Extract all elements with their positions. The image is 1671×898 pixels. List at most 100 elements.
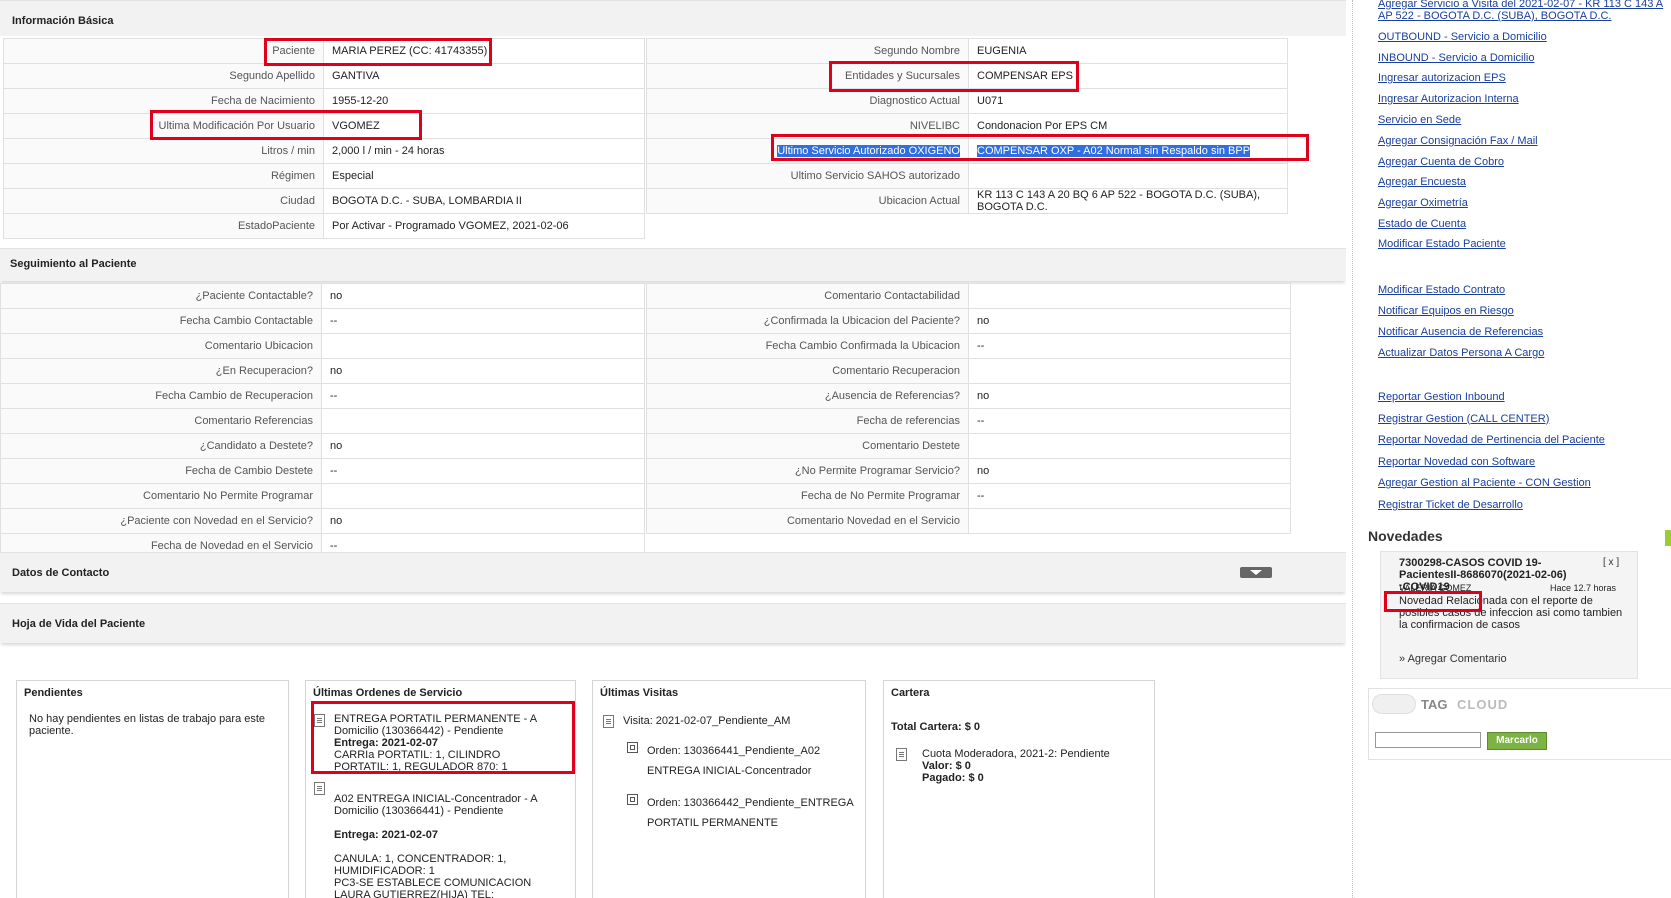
field-label: EstadoPaciente [3, 213, 324, 239]
table-row: Régimen Especial Ultimo Servicio SAHOS aut… [3, 163, 1288, 189]
sidebar-link[interactable]: Registrar Gestion (CALL CENTER) [1378, 413, 1549, 425]
tag-input[interactable] [1375, 732, 1481, 748]
table-row: Ciudad BOGOTA D.C. - SUBA, LOMBARDIA II Ub… [3, 188, 1288, 214]
sidebar-link[interactable]: Notificar Equipos en Riesgo [1378, 305, 1514, 317]
field-value: no [968, 308, 1291, 334]
field-label: Fecha de No Permite Programar [646, 483, 969, 509]
sidebar-link[interactable]: Ingresar autorizacion EPS [1378, 72, 1506, 84]
field-label: Comentario No Permite Programar [0, 483, 322, 509]
field-value: no [321, 433, 645, 459]
visita-item[interactable]: Visita: 2021-02-07_Pendiente_AM [623, 715, 790, 727]
table-row: Comentario Referencias Fecha de referenci… [0, 408, 1291, 434]
main-panel: Información Básica Paciente MARIA PEREZ (… [0, 0, 1346, 898]
table-row: Fecha de Cambio Destete -- ¿No Permite Pro… [0, 458, 1291, 484]
marcarlo-button[interactable]: Marcarlo [1487, 732, 1547, 750]
panel-divider [1352, 0, 1353, 898]
sidebar-link[interactable]: Reportar Gestion Inbound [1378, 391, 1505, 403]
cartera-pagado: Pagado: $ 0 [922, 772, 984, 784]
field-value: no [321, 283, 645, 309]
section-header-seguimiento: Seguimiento al Paciente [0, 248, 1346, 281]
sidebar-link[interactable]: Modificar Estado Paciente [1378, 238, 1506, 250]
field-value: -- [968, 483, 1291, 509]
visita-orden[interactable]: Orden: 130366442_Pendiente_ENTREGA PORTA… [647, 793, 857, 833]
table-row: ¿En Recuperacion? no Comentario Recuperaci… [0, 358, 1291, 384]
sidebar-link[interactable]: Reportar Novedad con Software [1378, 456, 1535, 468]
order-item[interactable]: ENTREGA PORTATIL PERMANENTE - A Domicili… [334, 713, 556, 773]
chevron-down-icon [1250, 570, 1262, 575]
table-row: Fecha Cambio Contactable -- ¿Confirmada la… [0, 308, 1291, 334]
field-label: Litros / min [3, 138, 324, 164]
expand-toggle-button[interactable] [1240, 567, 1272, 578]
order-head: A02 ENTREGA INICIAL-Concentrador - A Dom… [334, 793, 537, 817]
add-comment-link[interactable]: » Agregar Comentario [1399, 653, 1507, 665]
field-label: ¿No Permite Programar Servicio? [646, 458, 969, 484]
table-row: ¿Paciente con Novedad en el Servicio? no C… [0, 508, 1291, 534]
card-ultimas-ordenes: Últimas Ordenes de Servicio ENTREGA PORT… [305, 680, 576, 898]
field-value: EUGENIA [968, 38, 1288, 64]
sidebar-link[interactable]: Servicio en Sede [1378, 114, 1461, 126]
field-label: Comentario Contactabilidad [646, 283, 969, 309]
sidebar-link[interactable]: Modificar Estado Contrato [1378, 284, 1505, 296]
sidebar-link[interactable]: OUTBOUND - Servicio a Domicilio [1378, 31, 1547, 43]
field-value: no [968, 458, 1291, 484]
field-value [968, 283, 1291, 309]
field-label: Régimen [3, 163, 324, 189]
card-title: Últimas Visitas [600, 687, 679, 699]
field-value: -- [321, 308, 645, 334]
table-row: Segundo Apellido GANTIVA Entidades y Sucur… [3, 63, 1288, 89]
sidebar-link[interactable]: Registrar Ticket de Desarrollo [1378, 499, 1523, 511]
novedad-body: Novedad Relacionada con el reporte de po… [1399, 595, 1623, 631]
field-value: -- [968, 408, 1291, 434]
field-value [968, 508, 1291, 534]
field-label: Diagnostico Actual [646, 88, 969, 114]
sidebar-link[interactable]: Reportar Novedad de Pertinencia del Paci… [1378, 434, 1605, 446]
selected-text: Ultimo Servicio Autorizado OXIGENO [777, 145, 960, 157]
field-value [968, 358, 1291, 384]
cartera-item-text: Cuota Moderadora, 2021-2: Pendiente [922, 748, 1110, 760]
card-title: Últimas Ordenes de Servicio [313, 687, 463, 699]
field-label: Entidades y Sucursales [646, 63, 969, 89]
sidebar-link[interactable]: Agregar Consignación Fax / Mail [1378, 135, 1538, 147]
sidebar-link[interactable]: Agregar Oximetría [1378, 197, 1468, 209]
sidebar-link[interactable]: INBOUND - Servicio a Domicilio [1378, 52, 1534, 64]
field-label: Comentario Ubicacion [0, 333, 322, 359]
order-icon [627, 742, 638, 753]
sidebar-link[interactable]: Agregar Cuenta de Cobro [1378, 156, 1504, 168]
sidebar-link[interactable]: Actualizar Datos Persona A Cargo [1378, 347, 1544, 359]
field-value: KR 113 C 143 A 20 BQ 6 AP 522 - BOGOTA D… [968, 188, 1288, 214]
sidebar-link[interactable]: Agregar Servicio a Visita del 2021-02-07… [1378, 0, 1663, 10]
table-row: Litros / min 2,000 l / min - 24 horas Ulti… [3, 138, 1288, 164]
field-label: Ubicacion Actual [646, 188, 969, 214]
section-header-datos-contacto[interactable]: Datos de Contacto [0, 552, 1346, 592]
field-label: Ciudad [3, 188, 324, 214]
field-value: Por Activar - Programado VGOMEZ, 2021-02… [323, 213, 645, 239]
field-label: Comentario Destete [646, 433, 969, 459]
order-item[interactable]: A02 ENTREGA INICIAL-Concentrador - A Dom… [334, 781, 556, 898]
field-label: Ultima Modificación Por Usuario [3, 113, 324, 139]
field-value: Condonacion Por EPS CM [968, 113, 1288, 139]
field-label: Comentario Referencias [0, 408, 322, 434]
novedad-card: 7300298-CASOS COVID 19-PacientesII-86860… [1380, 551, 1638, 679]
table-row: ¿Paciente Contactable? no Comentario Conta… [0, 283, 1291, 309]
sidebar-link[interactable]: Ingresar Autorizacion Interna [1378, 93, 1519, 105]
sidebar-link[interactable]: AP 522 - BOGOTA D.C. (SUBA), BOGOTA D.C. [1378, 10, 1612, 22]
section-title: Hoja de Vida del Paciente [12, 618, 146, 630]
order-detail: CARRIa PORTATIL: 1, CILINDRO PORTATIL: 1… [334, 749, 508, 773]
sidebar-link[interactable]: Estado de Cuenta [1378, 218, 1466, 230]
visita-orden[interactable]: Orden: 130366441_Pendiente_A02 ENTREGA I… [647, 741, 857, 781]
field-label: ¿En Recuperacion? [0, 358, 322, 384]
sidebar-link[interactable]: Agregar Gestion al Paciente - CON Gestio… [1378, 477, 1591, 489]
field-value: 1955-12-20 [323, 88, 645, 114]
field-label: ¿Confirmada la Ubicacion del Paciente? [646, 308, 969, 334]
field-label: NIVELIBC [646, 113, 969, 139]
field-label: Fecha de referencias [646, 408, 969, 434]
close-icon[interactable]: [ x ] [1603, 557, 1619, 568]
field-value: no [321, 508, 645, 534]
seguimiento-table: ¿Paciente Contactable? no Comentario Conta… [0, 283, 1291, 559]
field-label: Ultimo Servicio SAHOS autorizado [646, 163, 969, 189]
sidebar-link[interactable]: Agregar Encuesta [1378, 176, 1466, 188]
field-label: Ultimo Servicio Autorizado OXIGENO [646, 138, 969, 164]
novedad-user: VALERIA GOMEZ [1399, 583, 1472, 593]
sidebar-link[interactable]: Notificar Ausencia de Referencias [1378, 326, 1543, 338]
field-value: -- [968, 333, 1291, 359]
